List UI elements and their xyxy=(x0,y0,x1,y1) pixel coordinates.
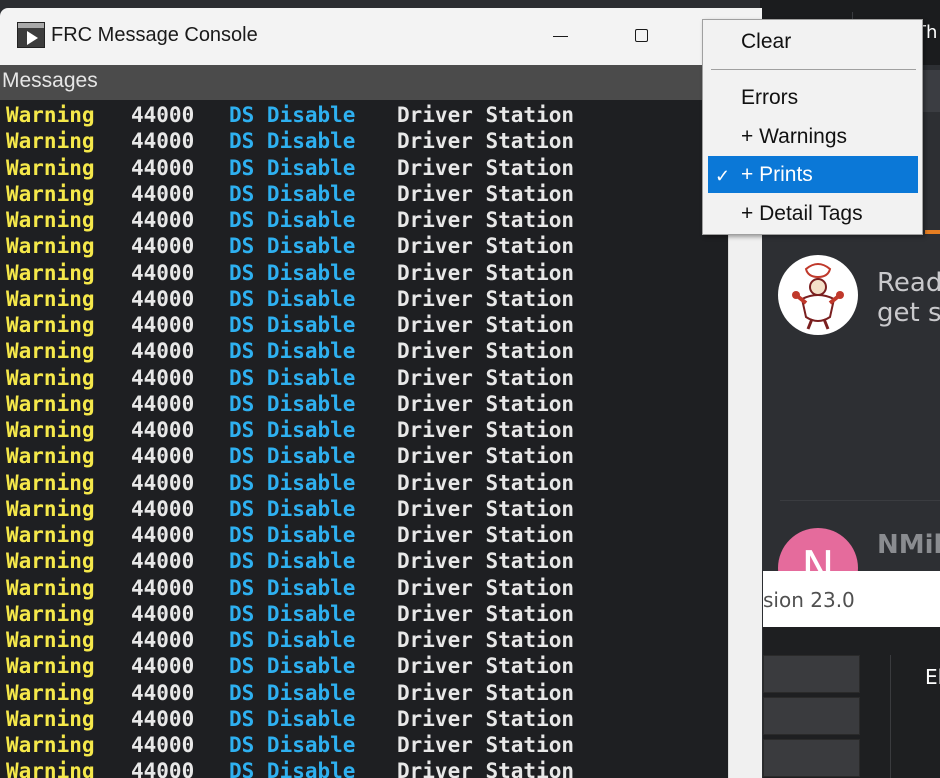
menu-item-errors[interactable]: Errors xyxy=(708,79,918,116)
message-row[interactable]: Warning 44000 DS Disable Driver Station xyxy=(0,100,728,127)
menu-item-detail-tags[interactable]: + Detail Tags xyxy=(708,195,918,232)
menu-item-label: Clear xyxy=(741,30,792,53)
background-panel-label: El xyxy=(925,665,940,689)
background-post-text: Read get st xyxy=(877,268,940,328)
message-source: DS Disable xyxy=(229,759,356,778)
title-bar[interactable]: FRC Message Console xyxy=(0,8,762,65)
message-row[interactable]: Warning 44000 DS Disable Driver Station xyxy=(0,415,728,442)
message-row[interactable]: Warning 44000 DS Disable Driver Station xyxy=(0,205,728,232)
menu-item-warnings[interactable]: + Warnings xyxy=(708,118,918,155)
maximize-button[interactable] xyxy=(627,18,657,48)
menu-item-clear[interactable]: Clear xyxy=(708,23,918,60)
message-row[interactable]: Warning 44000 DS Disable Driver Station xyxy=(0,231,728,258)
menu-item-label: + Prints xyxy=(741,163,813,186)
message-row[interactable]: Warning 44000 DS Disable Driver Station xyxy=(0,573,728,600)
message-row[interactable]: Warning 44000 DS Disable Driver Station xyxy=(0,310,728,337)
menu-item-label: Errors xyxy=(741,86,799,109)
message-row[interactable]: Warning 44000 DS Disable Driver Station xyxy=(0,179,728,206)
version-label: sion 23.0 xyxy=(763,588,855,612)
minimize-button[interactable] xyxy=(546,18,576,48)
message-row[interactable]: Warning 44000 DS Disable Driver Station xyxy=(0,756,728,778)
message-row[interactable]: Warning 44000 DS Disable Driver Station xyxy=(0,546,728,573)
message-row[interactable]: Warning 44000 DS Disable Driver Station xyxy=(0,494,728,521)
chef-mascot-icon xyxy=(779,256,857,334)
message-station: Driver Station xyxy=(397,759,575,778)
menu-bar: Messages xyxy=(0,65,762,100)
divider xyxy=(890,655,891,778)
message-row[interactable]: Warning 44000 DS Disable Driver Station xyxy=(0,336,728,363)
menu-item-label: + Detail Tags xyxy=(741,202,863,225)
background-app-accent-bar xyxy=(925,230,940,234)
message-row[interactable]: Warning 44000 DS Disable Driver Station xyxy=(0,730,728,757)
menu-item-prints[interactable]: ✓ + Prints xyxy=(708,156,918,193)
background-panel-row[interactable] xyxy=(763,655,860,693)
background-panel-row[interactable] xyxy=(763,697,860,735)
filter-context-menu: Clear Errors + Warnings ✓ + Prints + Det… xyxy=(702,19,923,235)
console-play-icon xyxy=(17,22,45,48)
message-code: 44000 xyxy=(131,759,195,778)
divider xyxy=(780,500,940,501)
avatar[interactable] xyxy=(778,255,858,335)
message-row[interactable]: Warning 44000 DS Disable Driver Station xyxy=(0,468,728,495)
message-row[interactable]: Warning 44000 DS Disable Driver Station xyxy=(0,284,728,311)
message-row[interactable]: Warning 44000 DS Disable Driver Station xyxy=(0,126,728,153)
message-console-window: FRC Message Console Messages Warning 4400… xyxy=(0,8,762,778)
check-icon: ✓ xyxy=(715,166,731,186)
message-level: Warning xyxy=(6,759,95,778)
message-row[interactable]: Warning 44000 DS Disable Driver Station xyxy=(0,363,728,390)
message-row[interactable]: Warning 44000 DS Disable Driver Station xyxy=(0,520,728,547)
menu-item-label: + Warnings xyxy=(741,125,848,148)
message-row[interactable]: Warning 44000 DS Disable Driver Station xyxy=(0,704,728,731)
message-row[interactable]: Warning 44000 DS Disable Driver Station xyxy=(0,678,728,705)
message-row[interactable]: Warning 44000 DS Disable Driver Station xyxy=(0,441,728,468)
scrollbar-thumb[interactable] xyxy=(733,308,757,773)
message-row[interactable]: Warning 44000 DS Disable Driver Station xyxy=(0,153,728,180)
message-row[interactable]: Warning 44000 DS Disable Driver Station xyxy=(0,651,728,678)
username-label[interactable]: NMill xyxy=(877,530,940,560)
window-title: FRC Message Console xyxy=(51,24,258,46)
menu-separator xyxy=(711,69,916,70)
message-row[interactable]: Warning 44000 DS Disable Driver Station xyxy=(0,625,728,652)
background-app-strip xyxy=(920,70,940,112)
background-panel-row[interactable] xyxy=(763,739,860,777)
message-row[interactable]: Warning 44000 DS Disable Driver Station xyxy=(0,389,728,416)
message-row[interactable]: Warning 44000 DS Disable Driver Station xyxy=(0,258,728,285)
messages-menu[interactable]: Messages xyxy=(2,69,98,93)
message-row[interactable]: Warning 44000 DS Disable Driver Station xyxy=(0,599,728,626)
message-list[interactable]: Warning 44000 DS Disable Driver Station Warn… xyxy=(0,100,728,778)
